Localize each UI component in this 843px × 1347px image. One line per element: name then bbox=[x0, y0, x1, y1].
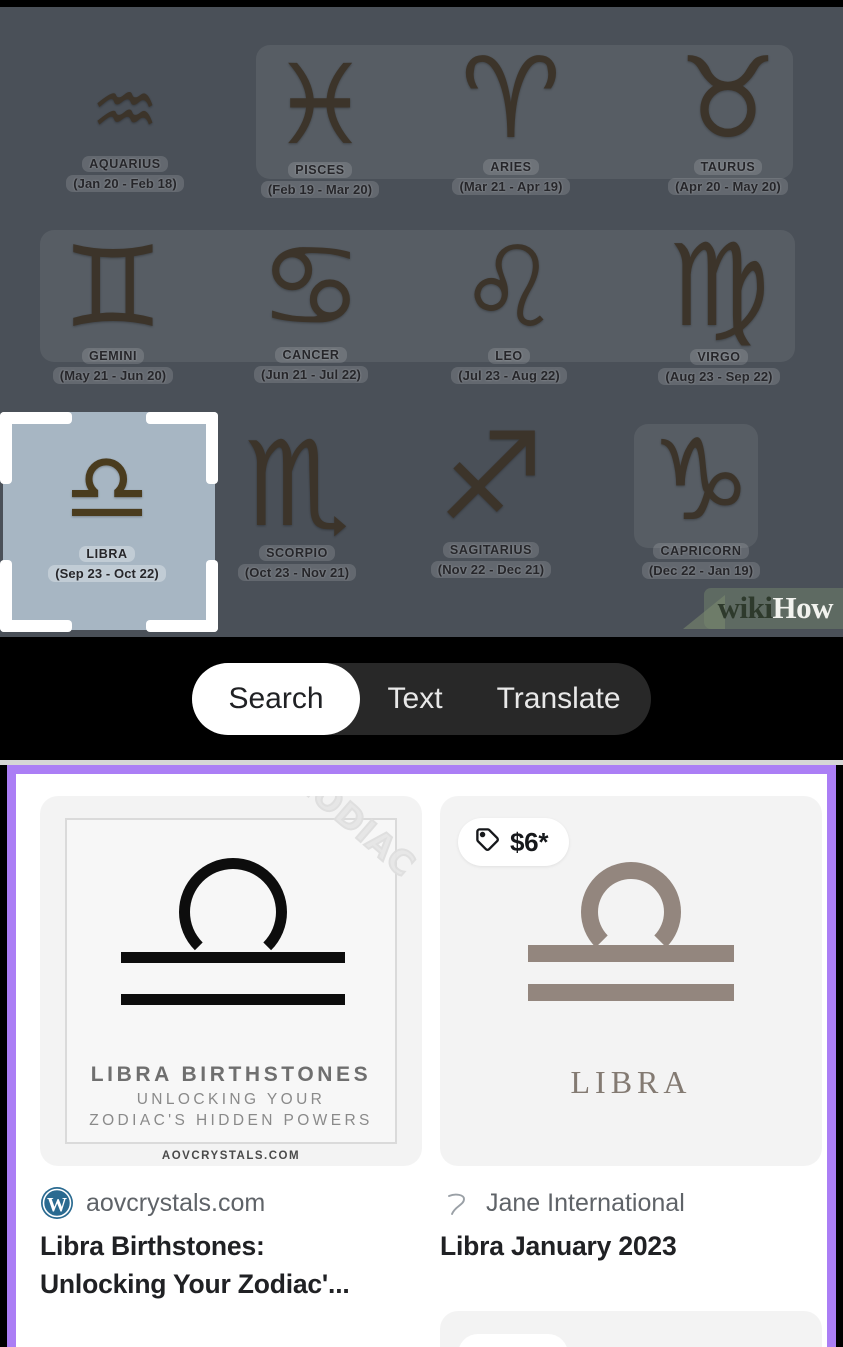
thumbnail-word-mark: LIBRA bbox=[570, 1064, 692, 1100]
result-title-line2: Unlocking Your Zodiac'... bbox=[40, 1268, 350, 1299]
cancer-icon: ♋ bbox=[259, 219, 363, 354]
result-title-1[interactable]: Libra Birthstones: Unlocking Your Zodiac… bbox=[40, 1228, 422, 1303]
wikihow-wiki-text: wiki bbox=[717, 590, 773, 625]
result-source-2: Jane International bbox=[486, 1188, 685, 1217]
aquarius-icon: ♒ bbox=[90, 65, 160, 154]
zodiac-label-dates: (May 21 - Jun 20) bbox=[52, 367, 174, 384]
wikihow-how-text: How bbox=[772, 590, 834, 625]
zodiac-label-name: LEO bbox=[488, 348, 530, 364]
zodiac-label-dates: (Jul 23 - Aug 22) bbox=[451, 367, 567, 384]
lens-mode-bar: Search Text Translate bbox=[0, 637, 843, 760]
zodiac-label-name: TAURUS bbox=[693, 159, 763, 175]
result-title-2[interactable]: Libra January 2023 bbox=[440, 1228, 822, 1266]
result-card-2[interactable]: $6* LIBRA Jane International Libra Janua… bbox=[440, 796, 822, 1347]
zodiac-label-name: SAGITARIUS bbox=[442, 542, 540, 558]
zodiac-cell-aries[interactable]: ♈ ARIES (Mar 21 - Apr 19) bbox=[428, 43, 594, 195]
price-value: $6* bbox=[510, 826, 549, 857]
zodiac-label-dates: (Feb 19 - Mar 20) bbox=[260, 181, 380, 198]
zodiac-cell-capricorn[interactable]: ♑ CAPRICORN (Dec 22 - Jan 19) bbox=[618, 425, 784, 579]
zodiac-label-dates: (Mar 21 - Apr 19) bbox=[452, 178, 570, 195]
results-grid[interactable]: LIBRA BIRTHSTONES UNLOCKING YOUR ZODIAC'… bbox=[16, 774, 827, 1347]
aries-icon: ♈ bbox=[460, 34, 562, 164]
zodiac-label-dates: (Sep 23 - Oct 22) bbox=[48, 565, 166, 582]
zodiac-label-dates: (Dec 22 - Jan 19) bbox=[641, 562, 761, 579]
sagittarius-icon: ♐ bbox=[437, 408, 545, 547]
zodiac-label-dates: (Apr 20 - May 20) bbox=[668, 178, 788, 195]
zodiac-cell-taurus[interactable]: ♉ TAURUS (Apr 20 - May 20) bbox=[643, 43, 813, 195]
zodiac-label-dates: (Nov 22 - Dec 21) bbox=[430, 561, 552, 578]
result-source-row-2: Jane International bbox=[440, 1186, 822, 1220]
gemini-icon: ♊ bbox=[62, 223, 164, 353]
libra-symbol-icon bbox=[121, 858, 345, 1005]
mode-selector: Search Text Translate bbox=[192, 662, 651, 735]
zodiac-label-name: SCORPIO bbox=[259, 545, 335, 561]
thumbnail-heading: LIBRA BIRTHSTONES bbox=[90, 1063, 372, 1086]
zodiac-label-name: ARIES bbox=[483, 159, 539, 175]
scorpio-icon: ♏ bbox=[244, 415, 350, 553]
zodiac-label-name: AQUARIUS bbox=[82, 156, 168, 172]
script-j-icon bbox=[440, 1186, 474, 1220]
pisces-icon: ♓ bbox=[270, 41, 370, 169]
result-thumbnail-2[interactable]: $6* LIBRA bbox=[440, 796, 822, 1166]
result-source-1: aovcrystals.com bbox=[86, 1188, 266, 1217]
zodiac-label-name: GEMINI bbox=[81, 348, 145, 364]
wordpress-icon: W bbox=[40, 1186, 74, 1220]
zodiac-label-dates: (Aug 23 - Sep 22) bbox=[658, 368, 780, 385]
mode-tab-search[interactable]: Search bbox=[192, 662, 360, 735]
libra-symbol-icon bbox=[528, 862, 734, 1001]
mode-tab-translate[interactable]: Translate bbox=[471, 663, 651, 735]
thumbnail-inner-border: LIBRA BIRTHSTONES UNLOCKING YOUR ZODIAC'… bbox=[65, 818, 397, 1162]
zodiac-cell-sagitarius[interactable]: ♐ SAGITARIUS (Nov 22 - Dec 21) bbox=[408, 418, 574, 578]
result-source-row-1: W aovcrystals.com bbox=[40, 1186, 422, 1220]
zodiac-cell-pisces[interactable]: ♓ PISCES (Feb 19 - Mar 20) bbox=[237, 50, 403, 198]
zodiac-cell-aquarius[interactable]: ♒ AQUARIUS (Jan 20 - Feb 18) bbox=[40, 72, 210, 192]
zodiac-cell-virgo[interactable]: ♍ VIRGO (Aug 23 - Sep 22) bbox=[636, 229, 802, 385]
svg-text:W: W bbox=[47, 1194, 67, 1216]
wikihow-watermark: wiki How bbox=[703, 588, 843, 629]
zodiac-label-dates: (Jun 21 - Jul 22) bbox=[254, 366, 368, 383]
price-badge: $6* bbox=[458, 818, 570, 866]
zodiac-cell-gemini[interactable]: ♊ GEMINI (May 21 - Jun 20) bbox=[30, 232, 196, 384]
taurus-icon: ♉ bbox=[677, 34, 779, 164]
lens-image-viewport[interactable]: ♒ AQUARIUS (Jan 20 - Feb 18) ♓ PISCES (F… bbox=[0, 0, 843, 637]
thumbnail-subheading-line1: UNLOCKING YOUR bbox=[136, 1091, 326, 1108]
result-title-line1: Libra Birthstones: bbox=[40, 1231, 265, 1261]
capricorn-icon: ♑ bbox=[650, 416, 752, 546]
zodiac-label-name: CANCER bbox=[275, 347, 347, 363]
thumbnail-footer-url: AOVCRYSTALS.COM bbox=[161, 1150, 301, 1162]
mode-tab-text[interactable]: Text bbox=[360, 663, 471, 735]
zodiac-label-name: CAPRICORN bbox=[653, 543, 749, 559]
zodiac-cell-cancer[interactable]: ♋ CANCER (Jun 21 - Jul 22) bbox=[228, 229, 394, 383]
zodiac-cell-scorpio[interactable]: ♏ SCORPIO (Oct 23 - Nov 21) bbox=[214, 425, 380, 581]
zodiac-label-dates: (Jan 20 - Feb 18) bbox=[66, 175, 184, 192]
price-tag-icon bbox=[474, 826, 501, 858]
results-panel-frame: LIBRA BIRTHSTONES UNLOCKING YOUR ZODIAC'… bbox=[7, 765, 836, 1347]
zodiac-label-dates: (Oct 23 - Nov 21) bbox=[237, 564, 357, 581]
zodiac-label-name: PISCES bbox=[288, 162, 352, 178]
thumbnail-subheading-line2: ZODIAC'S HIDDEN POWERS bbox=[89, 1112, 373, 1129]
status-strip bbox=[0, 0, 843, 7]
zodiac-cell-libra[interactable]: ♎ LIBRA (Sep 23 - Oct 22) bbox=[22, 440, 192, 582]
result-card-1[interactable]: LIBRA BIRTHSTONES UNLOCKING YOUR ZODIAC'… bbox=[40, 796, 422, 1347]
virgo-icon: ♍ bbox=[667, 219, 771, 352]
result-thumbnail-1[interactable]: LIBRA BIRTHSTONES UNLOCKING YOUR ZODIAC'… bbox=[40, 796, 422, 1166]
zodiac-label-name: VIRGO bbox=[690, 349, 748, 365]
libra-icon: ♎ bbox=[63, 432, 151, 544]
zodiac-cell-leo[interactable]: ♌ LEO (Jul 23 - Aug 22) bbox=[426, 232, 592, 384]
next-result-badge bbox=[458, 1334, 568, 1347]
leo-icon: ♌ bbox=[458, 223, 560, 353]
zodiac-label-name: LIBRA bbox=[79, 546, 135, 562]
